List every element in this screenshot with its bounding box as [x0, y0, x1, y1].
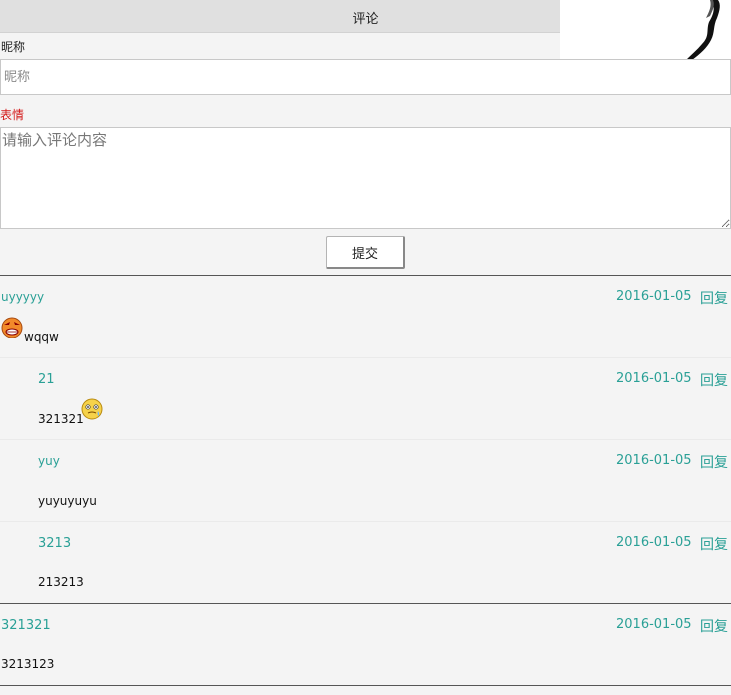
brush-stroke-decoration [560, 0, 731, 60]
emoji-picker-link[interactable]: 表情 [0, 106, 24, 123]
comment-divider [0, 685, 731, 686]
reply-date: 2016-01-05 [616, 371, 692, 386]
comment-date: 2016-01-05 [616, 289, 692, 304]
submit-button[interactable]: 提交 [326, 236, 405, 269]
nickname-label: 昵称 [1, 40, 26, 54]
reply-item: 21 2016-01-05 回复 321321 [0, 358, 731, 440]
comment-author[interactable]: 321321 [1, 618, 51, 633]
reply-author[interactable]: 3213 [38, 536, 71, 551]
comment-text: 3213123 [1, 657, 55, 671]
reply-button[interactable]: 回复 [700, 288, 728, 308]
reply-date: 2016-01-05 [616, 453, 692, 468]
angry-face-icon [1, 316, 23, 342]
reply-date: 2016-01-05 [616, 535, 692, 550]
reply-text: 213213 [38, 575, 84, 589]
comment-date: 2016-01-05 [616, 617, 692, 632]
reply-button[interactable]: 回复 [700, 370, 728, 390]
reply-item: 3213 2016-01-05 回复 213213 [0, 522, 731, 603]
comment-item: 321321 2016-01-05 回复 3213123 [0, 604, 731, 685]
reply-author[interactable]: yuy [38, 454, 60, 468]
comment-item: uyyyyy 2016-01-05 回复 wqqw 21 2016-01-05 … [0, 276, 731, 603]
reply-item: yuy 2016-01-05 回复 yuyuyuyu [0, 440, 731, 522]
reply-button[interactable]: 回复 [700, 534, 728, 554]
reply-author[interactable]: 21 [38, 372, 55, 387]
comment-text: wqqw [24, 330, 59, 344]
reply-button[interactable]: 回复 [700, 616, 728, 636]
nickname-input[interactable] [0, 59, 731, 95]
reply-text: yuyuyuyu [38, 494, 97, 508]
comment-author[interactable]: uyyyyy [1, 290, 44, 304]
comment-content-textarea[interactable] [0, 127, 731, 229]
reply-text: 321321 [38, 412, 84, 426]
reply-button[interactable]: 回复 [700, 452, 728, 472]
sweat-face-icon [81, 398, 103, 424]
